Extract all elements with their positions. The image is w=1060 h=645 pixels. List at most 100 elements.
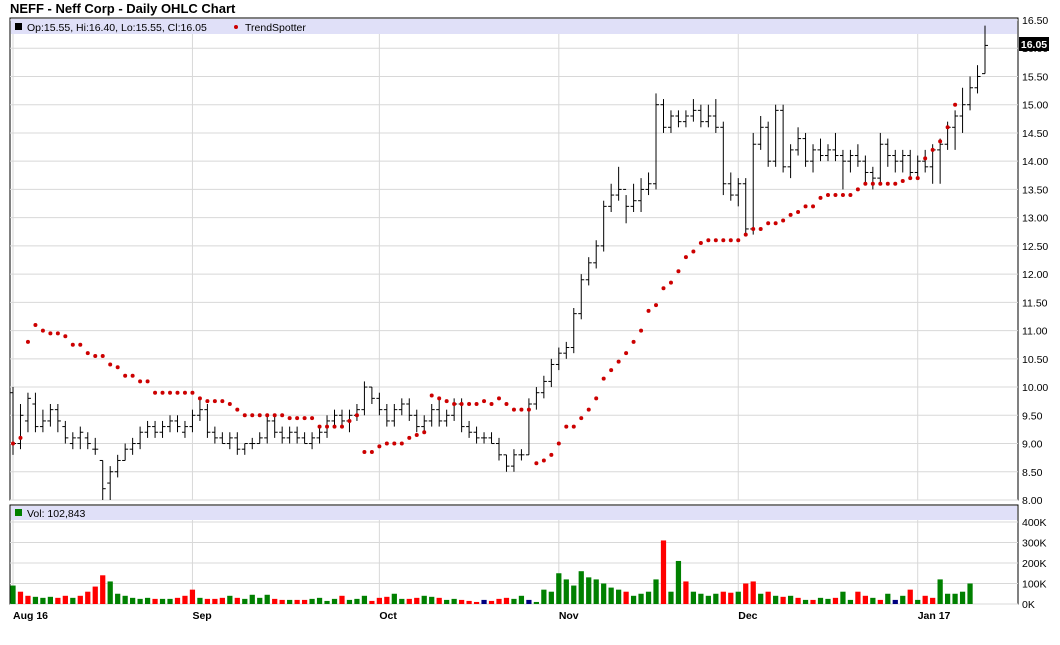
volume-bar xyxy=(70,597,76,604)
trendspotter-dot xyxy=(11,441,15,446)
trendspotter-dot xyxy=(698,241,703,246)
volume-bar xyxy=(212,598,218,604)
volume-bar xyxy=(406,598,412,604)
trendspotter-dot xyxy=(519,407,524,412)
volume-bar xyxy=(197,597,203,604)
volume-bar xyxy=(630,595,637,604)
x-tick-label: Nov xyxy=(559,610,579,622)
trendspotter-dot xyxy=(85,351,90,356)
trendspotter-dot xyxy=(676,269,681,274)
volume-bar xyxy=(645,591,652,604)
volume-bar xyxy=(294,599,300,604)
volume-tick-label: 200K xyxy=(1022,558,1047,570)
volume-bar xyxy=(832,597,839,604)
x-tick-label: Aug 16 xyxy=(13,610,48,622)
ohlc-legend-swatch xyxy=(15,23,22,30)
ohlc-chart: NEFF - Neff Corp - Daily OHLC Chart Op:1… xyxy=(9,1,1049,622)
trendspotter-dot xyxy=(55,331,60,336)
volume-bar xyxy=(122,595,128,604)
trendspotter-dot xyxy=(197,396,202,401)
price-tick-label: 15.00 xyxy=(1022,100,1048,112)
price-y-axis: 8.00 8.50 9.00 9.50 10.00 10.50 11.00 11.50 12.0… xyxy=(1022,15,1048,507)
volume-bar xyxy=(892,599,898,604)
price-tick-label: 12.50 xyxy=(1022,241,1048,253)
trendspotter-dot xyxy=(646,308,651,313)
trendspotter-dot xyxy=(743,232,748,237)
trendspotter-dot xyxy=(325,424,330,429)
volume-bar xyxy=(130,597,136,604)
volume-tick-label: 300K xyxy=(1022,538,1047,550)
volume-bar xyxy=(825,598,831,604)
volume-bar xyxy=(234,597,240,604)
volume-bar xyxy=(787,595,794,604)
trendspotter-dot xyxy=(212,399,217,404)
trendspotter-dot xyxy=(272,413,277,418)
trendspotter-dot xyxy=(736,238,741,243)
trendspotter-dot xyxy=(93,354,98,358)
volume-bar xyxy=(616,589,622,604)
volume-bar xyxy=(100,575,106,604)
trendspotter-dot xyxy=(257,413,262,418)
trendspotter-dot xyxy=(220,399,225,404)
volume-bar xyxy=(189,589,196,604)
volume-bar xyxy=(795,597,801,604)
volume-bar xyxy=(458,599,465,604)
trendspotter-dot xyxy=(190,390,195,395)
volume-bar xyxy=(496,598,502,604)
trendspotter-dot xyxy=(392,441,397,446)
volume-bar xyxy=(780,596,786,604)
volume-bar xyxy=(698,593,704,604)
volume-bar xyxy=(346,599,353,604)
volume-bar xyxy=(593,579,599,604)
volume-bar xyxy=(167,598,173,604)
volume-bar xyxy=(301,599,308,604)
volume-bar xyxy=(571,585,577,604)
trendspotter-dot xyxy=(691,249,696,254)
trendspotter-dot xyxy=(168,390,173,395)
trendspotter-dot xyxy=(840,193,845,198)
trendspotter-dot xyxy=(227,402,232,406)
volume-bar xyxy=(436,597,442,604)
volume-bar xyxy=(817,597,824,604)
trendspotter-dot xyxy=(467,402,472,406)
trendspotter-dot xyxy=(938,139,943,144)
trendspotter-dot xyxy=(347,418,352,423)
trendspotter-dot xyxy=(265,413,270,418)
trendspotter-dot xyxy=(280,413,285,418)
volume-bar xyxy=(249,594,255,604)
trendspotter-dot xyxy=(78,342,83,347)
trendspotter-dot xyxy=(564,424,569,429)
volume-bar xyxy=(653,579,659,604)
trendspotter-dot xyxy=(706,238,711,243)
volume-bar xyxy=(40,597,46,604)
trendspotter-dot xyxy=(639,328,644,333)
trendspotter-dot xyxy=(631,339,636,344)
trendspotter-dot xyxy=(758,226,763,231)
trendspotter-dot xyxy=(459,402,464,406)
price-tick-label: 13.50 xyxy=(1022,184,1048,196)
trendspotter-dot xyxy=(549,452,554,457)
volume-bar xyxy=(316,597,323,604)
trendspotter-dot xyxy=(422,430,427,435)
volume-bar xyxy=(967,583,973,604)
volume-bar xyxy=(182,595,188,604)
volume-tick-label: 400K xyxy=(1022,517,1047,529)
volume-bar xyxy=(361,595,368,604)
volume-bar xyxy=(548,591,554,604)
volume-bar xyxy=(556,573,562,604)
trendspotter-dot xyxy=(579,416,584,421)
volume-bar xyxy=(840,591,846,604)
volume-bar xyxy=(391,593,397,604)
volume-bar xyxy=(668,591,674,604)
volume-bar xyxy=(159,598,166,604)
price-tick-label: 8.00 xyxy=(1022,495,1043,507)
trendspotter-dot xyxy=(310,416,315,421)
trendspotter-dot xyxy=(870,181,875,186)
trendspotter-dot xyxy=(721,238,726,243)
volume-y-axis: 0K 100K 200K 300K 400K xyxy=(1022,517,1047,611)
trendspotter-dot xyxy=(332,424,337,429)
trendspotter-dot xyxy=(624,351,629,356)
trendspotter-dot xyxy=(407,435,412,440)
last-price-label: 16.05 xyxy=(1021,39,1047,51)
trendspotter-dot xyxy=(900,178,905,183)
